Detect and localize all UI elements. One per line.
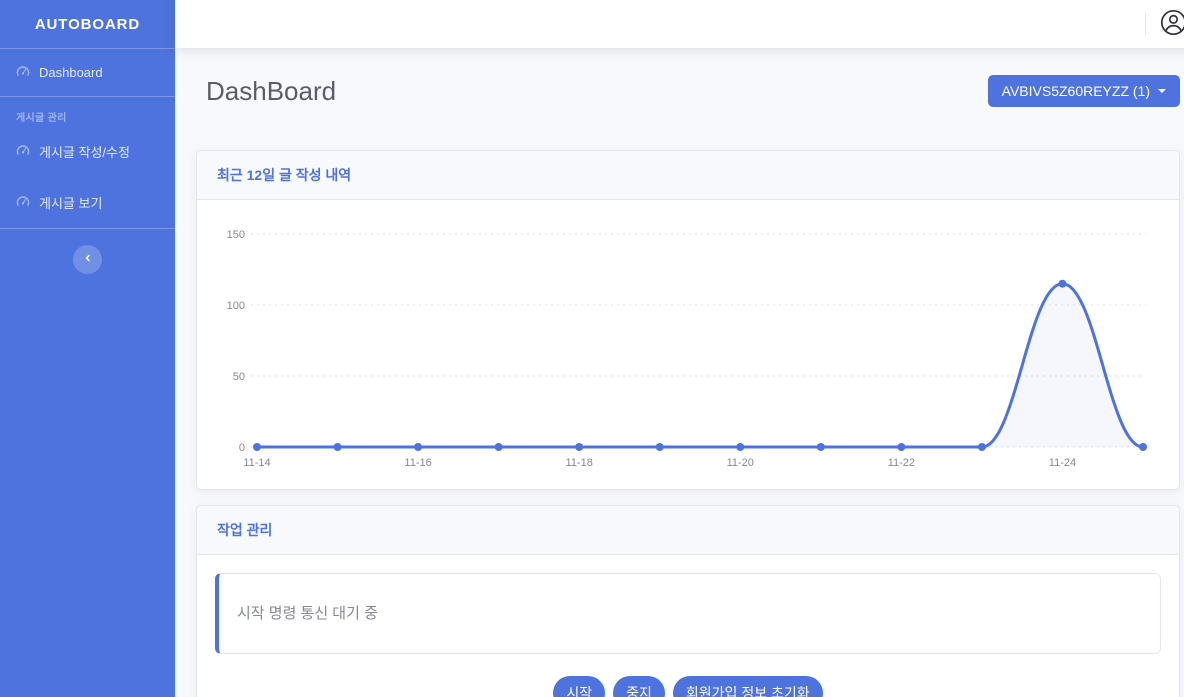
svg-text:150: 150 [227, 229, 245, 241]
sidebar-item-post-edit[interactable]: 게시글 작성/수정 [0, 126, 175, 177]
tachometer-icon [16, 194, 30, 211]
brand-label: AUTOBOARD [35, 16, 140, 33]
sidebar-section-heading: 게시글 관리 [0, 97, 175, 126]
svg-text:50: 50 [233, 371, 245, 383]
main-column: DashBoard AVBIVS5Z60REYZZ (1) 최근 12일 글 작… [175, 0, 1184, 697]
sidebar-item-label: 게시글 보기 [39, 193, 102, 212]
svg-text:11-24: 11-24 [1049, 457, 1076, 469]
svg-text:11-22: 11-22 [888, 457, 915, 469]
tachometer-icon [16, 143, 30, 160]
brand-link[interactable]: AUTOBOARD [0, 0, 175, 48]
status-message: 시작 명령 통신 대기 중 [237, 605, 378, 622]
caret-down-icon [1158, 89, 1166, 93]
svg-text:100: 100 [227, 300, 245, 312]
divider [0, 228, 175, 229]
svg-text:11-20: 11-20 [727, 457, 754, 469]
topbar [175, 0, 1184, 48]
svg-text:0: 0 [239, 442, 245, 454]
recent-posts-card-title: 최근 12일 글 작성 내역 [197, 151, 1179, 200]
posts-line-chart: 0 50 100 150 11-14 11-16 11-18 11-20 11-22 11-24 [205, 212, 1171, 474]
svg-text:11-14: 11-14 [243, 457, 270, 469]
start-button[interactable]: 시작 [553, 676, 605, 697]
sidebar-item-label: 게시글 작성/수정 [39, 142, 130, 161]
status-message-box: 시작 명령 통신 대기 중 [215, 573, 1161, 654]
sidebar-item-dashboard[interactable]: Dashboard [0, 49, 175, 96]
chevron-left-icon [82, 252, 94, 267]
svg-text:11-18: 11-18 [566, 457, 593, 469]
user-menu-button[interactable] [1160, 9, 1184, 39]
user-circle-icon [1160, 9, 1184, 39]
tachometer-icon [16, 64, 30, 81]
sidebar-collapse-button[interactable] [73, 245, 102, 274]
divider [1145, 13, 1146, 35]
page-title: DashBoard [196, 76, 336, 107]
sidebar-item-label: Dashboard [39, 65, 103, 80]
sidebar-item-post-view[interactable]: 게시글 보기 [0, 177, 175, 228]
job-management-card: 작업 관리 시작 명령 통신 대기 중 시작 중지 회원가입 정보 초기화 [196, 505, 1180, 697]
page-content: DashBoard AVBIVS5Z60REYZZ (1) 최근 12일 글 작… [175, 48, 1184, 697]
account-dropdown-label: AVBIVS5Z60REYZZ (1) [1002, 83, 1150, 99]
recent-posts-card: 최근 12일 글 작성 내역 0 50 100 150 11-14 11-16 11-18 1… [196, 150, 1180, 490]
stop-button[interactable]: 중지 [613, 676, 665, 697]
reset-signup-info-button[interactable]: 회원가입 정보 초기화 [673, 676, 823, 697]
svg-text:11-16: 11-16 [404, 457, 431, 469]
sidebar: AUTOBOARD Dashboard 게시글 관리 게시글 작성/수정 게시글… [0, 0, 175, 697]
account-dropdown-button[interactable]: AVBIVS5Z60REYZZ (1) [988, 75, 1180, 107]
job-management-card-title: 작업 관리 [197, 506, 1179, 555]
